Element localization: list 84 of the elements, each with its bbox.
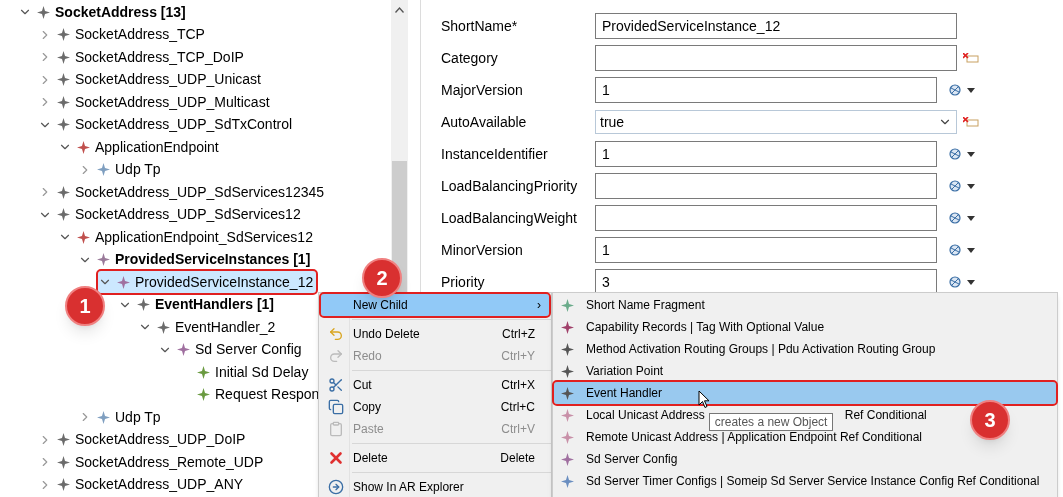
field-label: InstanceIdentifier <box>441 146 549 162</box>
tree-item[interactable]: EventHandlers [1] <box>118 293 278 316</box>
field-label: LoadBalancingPriority <box>441 178 579 194</box>
field-label: Category <box>441 50 499 66</box>
options-control[interactable] <box>949 84 975 96</box>
copy-icon <box>328 399 344 415</box>
text-field[interactable]: 1 <box>595 141 937 167</box>
tree-item[interactable]: EventHandler_2 <box>138 316 279 339</box>
text-field[interactable] <box>595 205 937 231</box>
globe-icon[interactable] <box>949 180 961 192</box>
globe-icon[interactable] <box>949 244 961 256</box>
tree-item[interactable]: SocketAddress_UDP_SdServices12 <box>38 203 304 226</box>
caret-down-icon[interactable] <box>967 87 975 93</box>
menu-item[interactable]: Event Handler <box>554 382 1056 404</box>
tree-item[interactable]: ApplicationEndpoint_SdServices12 <box>58 226 316 249</box>
text-field[interactable] <box>595 173 937 199</box>
scroll-up-icon[interactable] <box>395 7 404 13</box>
caret-down-icon[interactable] <box>967 183 975 189</box>
menu-item[interactable]: Sd Server Timer Configs | Someip Sd Server Service Instance Config Ref Conditional <box>554 470 1044 492</box>
options-control[interactable] <box>949 180 975 192</box>
text-field[interactable]: ProvidedServiceInstance_12 <box>595 13 957 39</box>
tree-item[interactable]: SocketAddress_UDP_DoIP <box>38 428 249 451</box>
arrow-circle-icon <box>328 479 344 495</box>
tree-item[interactable]: SocketAddress_UDP_Multicast <box>38 91 273 114</box>
menu-item[interactable]: Show In AR Explorer <box>321 476 549 497</box>
scissors-icon <box>328 377 344 393</box>
tree-item[interactable]: SocketAddress_TCP <box>38 23 208 46</box>
caret-down-icon[interactable] <box>967 151 975 157</box>
tree-item[interactable]: SocketAddress_Remote_UDP <box>38 451 267 474</box>
options-control[interactable] <box>949 148 975 160</box>
tooltip: creates a new Object <box>708 413 834 431</box>
menu-item[interactable]: Method Activation Routing Groups | Pdu Activation Routing Group <box>554 338 940 360</box>
options-control[interactable] <box>949 244 975 256</box>
menu-item[interactable]: Sd Server Config <box>554 448 682 470</box>
globe-icon[interactable] <box>949 276 961 288</box>
tree-item[interactable]: ProvidedServiceInstance_12 <box>98 271 317 294</box>
menu-item[interactable]: New Child › <box>321 294 549 316</box>
clear-field-icon[interactable] <box>963 53 979 63</box>
caret-down-icon[interactable] <box>967 247 975 253</box>
text-field[interactable]: 1 <box>595 237 937 263</box>
tree-item[interactable]: ApplicationEndpoint <box>58 136 222 159</box>
tree-item[interactable]: SocketAddress_UDP_SdServices12345 <box>38 181 328 204</box>
menu-item[interactable]: Cut Ctrl+X <box>321 374 549 396</box>
caret-down-icon[interactable] <box>967 215 975 221</box>
delete-icon <box>327 449 345 467</box>
tree-item[interactable]: Udp Tp <box>78 406 164 429</box>
field-label: Priority <box>441 274 486 290</box>
field-label: AutoAvailable <box>441 114 528 130</box>
menu-item[interactable]: Short Name Fragment <box>554 294 709 316</box>
dropdown-field[interactable]: true <box>595 110 957 134</box>
caret-down-icon[interactable] <box>967 279 975 285</box>
tree-item[interactable]: Sd Server Config <box>158 338 305 361</box>
menu-item[interactable]: Undo Delete Ctrl+Z <box>321 323 549 345</box>
clear-field-icon[interactable] <box>963 117 979 127</box>
text-field[interactable]: 1 <box>595 77 937 103</box>
menu-item[interactable]: Variation Point <box>554 360 668 382</box>
field-label: ShortName* <box>441 18 519 34</box>
tree-item[interactable]: ProvidedServiceInstances [1] <box>78 248 314 271</box>
field-label: MinorVersion <box>441 242 524 258</box>
menu-item[interactable]: Copy Ctrl+C <box>321 396 549 418</box>
field-label: LoadBalancingWeight <box>441 210 578 226</box>
tree-item[interactable]: SocketAddress_TCP_DoIP <box>38 46 247 69</box>
clipboard-icon <box>328 421 344 437</box>
mouse-pointer-icon <box>698 390 710 409</box>
tree-item[interactable]: SocketAddress_UDP_ANY <box>38 473 247 496</box>
text-field[interactable]: 3 <box>595 269 937 295</box>
redo-icon <box>328 348 344 364</box>
tree-item[interactable]: Udp Tp <box>78 158 164 181</box>
globe-icon[interactable] <box>949 148 961 160</box>
step-badge: 1 <box>65 286 105 326</box>
globe-icon[interactable] <box>949 84 961 96</box>
undo-icon <box>328 326 344 342</box>
tree-item[interactable]: Initial Sd Delay <box>178 361 312 384</box>
tree-item[interactable]: SocketAddress_UDP_Unicast <box>38 68 264 91</box>
tree-item[interactable]: SocketAddress [13] <box>18 1 189 24</box>
text-field[interactable] <box>595 45 957 71</box>
menu-item[interactable]: Delete Delete <box>321 447 549 469</box>
field-label: MajorVersion <box>441 82 524 98</box>
tree-item[interactable]: SocketAddress_UDP_SdTxControl <box>38 113 296 136</box>
tree-item[interactable]: Request Respon <box>178 383 323 406</box>
options-control[interactable] <box>949 276 975 288</box>
globe-icon[interactable] <box>949 212 961 224</box>
menu-item[interactable]: Capability Records | Tag With Optional Value <box>554 316 829 338</box>
options-control[interactable] <box>949 212 975 224</box>
